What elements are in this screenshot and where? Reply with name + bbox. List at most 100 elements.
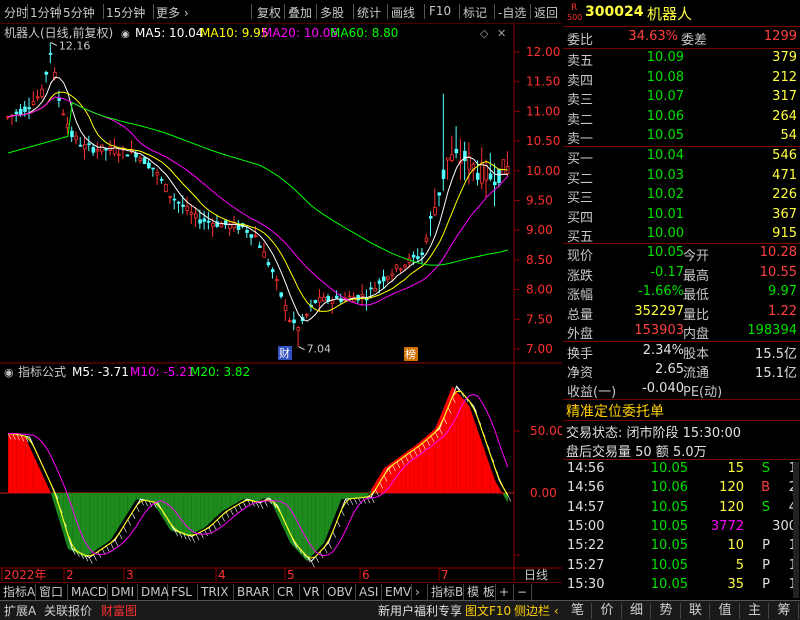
stat2-value: 15.1亿 — [755, 366, 797, 381]
toolbar-item-5[interactable]: 复权 — [257, 4, 281, 21]
candle-body — [501, 159, 506, 175]
sell-price[interactable]: 10.05 — [647, 128, 684, 143]
oscillator-area — [349, 493, 355, 499]
buy-label: 买三 — [567, 191, 594, 206]
toolbar-item-9[interactable]: 画线 — [391, 4, 415, 21]
indicator-tab-14[interactable]: 指标B — [428, 584, 464, 600]
toolbar-item-11[interactable]: 标记 — [463, 4, 487, 21]
indicator-tab-0[interactable]: 指标A — [0, 584, 36, 600]
tick-time: 15:00 — [567, 518, 605, 534]
status-tab-mid-1[interactable]: 图文F10 — [465, 603, 511, 619]
tick-row-1: 14:5610.06120B2 — [563, 480, 800, 498]
chevron-down-icon[interactable]: ◉ — [121, 29, 130, 40]
stat2-label: PE(动) — [683, 385, 723, 400]
toolbar-separator — [316, 4, 317, 19]
quote-view-tab-7[interactable]: 筹 — [771, 603, 799, 619]
period-label[interactable]: 日线 — [524, 568, 548, 582]
buy-price[interactable]: 10.04 — [647, 148, 684, 163]
sell-price[interactable]: 10.08 — [647, 70, 684, 85]
toolbar-item-6[interactable]: 叠加 — [288, 4, 312, 21]
sell-price[interactable]: 10.09 — [647, 50, 684, 65]
toolbar-item-0[interactable]: 分时 — [4, 4, 28, 21]
indicator-tab-16[interactable]: + — [496, 584, 514, 600]
buy-price[interactable]: 10.01 — [647, 207, 684, 222]
close-icon[interactable]: ✕ — [497, 27, 506, 40]
buy-row-3: 买四 10.01 367 — [563, 207, 800, 226]
quote-view-tab-6[interactable]: 主 — [741, 603, 769, 619]
kline-chart[interactable]: 机器人(日线,前复权) ◉ MA5: 10.04MA10: 9.95MA20: 10… — [0, 24, 562, 582]
toolbar-item-4[interactable]: 更多 › — [156, 4, 189, 21]
quote-view-tab-0[interactable]: 笔 — [564, 603, 592, 619]
candle-body — [258, 245, 262, 248]
sell-price[interactable]: 10.07 — [647, 89, 684, 104]
weibi-label: 委比 — [567, 33, 594, 48]
precise-order-link[interactable]: 精准定位委托单 — [566, 401, 664, 421]
sell-row-0: 卖五 10.09 379 — [563, 50, 800, 69]
toolbar-item-1[interactable]: 1分钟 — [30, 4, 62, 21]
status-tab-left-1[interactable]: 关联报价 — [44, 603, 92, 619]
toolbar-item-12[interactable]: -自选 — [498, 4, 526, 21]
indicator-tab-4[interactable]: DMA — [138, 584, 169, 600]
diamond-icon[interactable]: ◇ — [480, 27, 489, 40]
candle-body — [369, 287, 373, 290]
candle-body — [211, 223, 215, 227]
oscillator-area — [200, 493, 205, 530]
quote-view-tab-5[interactable]: 值 — [712, 603, 740, 619]
candle-body — [104, 148, 108, 151]
indicator-tab-12[interactable]: EMV — [382, 584, 412, 600]
indicator-tab-11[interactable]: ASI — [356, 584, 382, 600]
tick-volume: 10 — [727, 538, 744, 554]
stat2-label: 股本 — [683, 347, 710, 362]
stat-label: 最低 — [683, 288, 710, 303]
stat2-value: -0.040 — [642, 381, 684, 396]
candle-body — [390, 273, 395, 277]
toolbar-item-7[interactable]: 多股 — [320, 4, 344, 21]
toolbar-item-13[interactable]: 返回 — [534, 4, 558, 21]
candle-body — [428, 216, 433, 219]
quote-view-tab-1[interactable]: 价 — [594, 603, 622, 619]
candle-body — [245, 229, 249, 233]
xtick-label: 2 — [66, 568, 74, 582]
oscillator-area — [196, 493, 201, 533]
toolbar-item-10[interactable]: F10 — [429, 4, 451, 18]
buy-price[interactable]: 10.00 — [647, 226, 684, 241]
quote-view-tab-2[interactable]: 细 — [623, 603, 651, 619]
status-tab-left-2[interactable]: 财富图 — [101, 603, 137, 619]
oscillator-area — [191, 493, 197, 535]
status-tab-mid-2[interactable]: 侧边栏 ‹ — [514, 603, 559, 619]
indicator-tab-1[interactable]: 窗口 — [36, 584, 68, 600]
status-tab-left-0[interactable]: 扩展A — [4, 603, 36, 619]
buy-row-0: 买一 10.04 546 — [563, 148, 800, 167]
buy-price[interactable]: 10.02 — [647, 187, 684, 202]
ytick-label: 7.50 — [526, 312, 553, 326]
tick-side: S — [761, 499, 770, 515]
ma-legend-1: MA10: 9.95 — [200, 26, 268, 40]
toolbar-item-3[interactable]: 15分钟 — [106, 4, 145, 21]
candle-body — [424, 237, 429, 243]
indicator-tab-8[interactable]: CR — [274, 584, 300, 600]
quote-view-tab-4[interactable]: 联 — [682, 603, 710, 619]
indicator-tab-2[interactable]: MACD — [68, 584, 108, 600]
indicator-tab-9[interactable]: VR — [300, 584, 324, 600]
gear-icon[interactable]: ◉ — [4, 366, 14, 379]
indicator-tab-bar: 指标A 窗口 MACD DMI DMA FSL TRIX BRAR CR VR OBV ASI EMV ›… — [0, 582, 562, 600]
indicator-tab-7[interactable]: BRAR — [234, 584, 274, 600]
oscillator-area — [72, 493, 77, 554]
oscillator-area — [221, 493, 226, 512]
indicator-tab-5[interactable]: FSL — [168, 584, 198, 600]
stat2-row-1: 净资 2.65 流通 15.1亿 — [563, 362, 800, 381]
tick-scrollbar[interactable] — [793, 462, 799, 598]
buy-price[interactable]: 10.03 — [647, 168, 684, 183]
indicator-tab-15[interactable]: 模 板 — [464, 584, 496, 600]
candle-body — [48, 52, 53, 55]
status-tab-mid-0[interactable]: 新用户福利专享 — [378, 603, 462, 619]
quote-view-tab-3[interactable]: 势 — [653, 603, 681, 619]
indicator-tab-3[interactable]: DMI — [108, 584, 138, 600]
toolbar-item-2[interactable]: 5分钟 — [63, 4, 95, 21]
indicator-tab-13[interactable]: › — [412, 584, 428, 600]
indicator-tab-10[interactable]: OBV — [324, 584, 356, 600]
sell-price[interactable]: 10.06 — [647, 109, 684, 124]
indicator-tab-17[interactable]: − — [514, 584, 532, 600]
indicator-tab-6[interactable]: TRIX — [198, 584, 234, 600]
toolbar-item-8[interactable]: 统计 — [357, 4, 381, 21]
